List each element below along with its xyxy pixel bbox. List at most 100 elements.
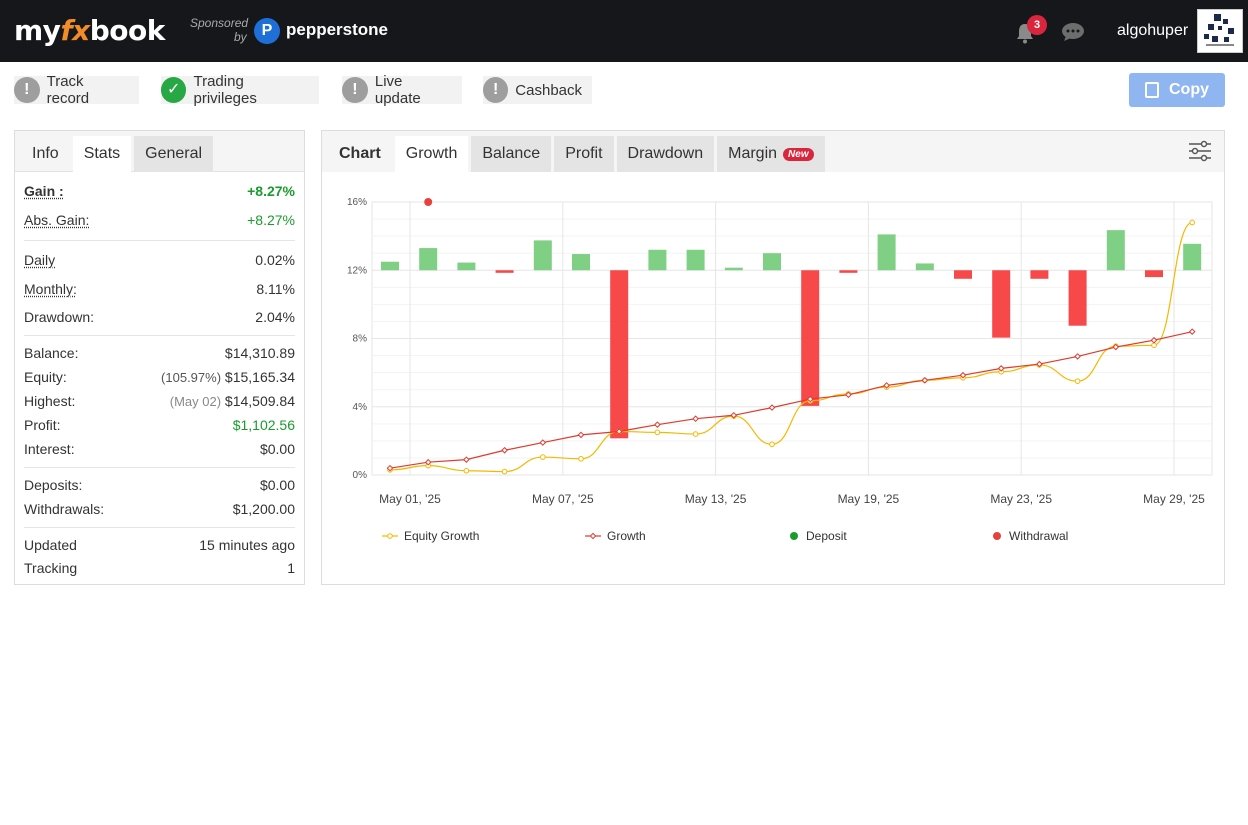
deposits-row: Deposits: $0.00 — [15, 473, 304, 497]
interest-value: $0.00 — [259, 441, 295, 457]
withdrawals-row: Withdrawals: $1,200.00 — [15, 497, 304, 521]
bar — [763, 253, 781, 271]
monthly-row: Monthly: 8.11% — [15, 275, 304, 303]
copy-button[interactable]: Copy — [1129, 73, 1225, 107]
status-track-record[interactable]: ! Track record — [14, 73, 139, 107]
tab-chart[interactable]: Chart — [328, 136, 392, 172]
pepperstone-logo-icon[interactable]: P — [254, 18, 280, 44]
tab-drawdown[interactable]: Drawdown — [616, 136, 715, 172]
equity-growth-point — [654, 429, 661, 436]
highest-label: Highest: — [24, 393, 76, 409]
tab-growth[interactable]: Growth — [394, 136, 469, 172]
equity-growth-point — [578, 455, 584, 462]
balance-label: Balance: — [24, 345, 79, 361]
balance-row: Balance: $14,310.89 — [15, 341, 304, 365]
abs-gain-row: Abs. Gain: +8.27% — [15, 206, 304, 234]
equity-growth-point — [1189, 219, 1196, 226]
equity-growth-point — [540, 454, 546, 460]
x-tick-label: May 01, '25 — [379, 492, 441, 506]
equity-growth-point — [1074, 378, 1081, 384]
legend-equity-marker — [387, 533, 393, 539]
warning-icon: ! — [483, 77, 509, 103]
tab-margin[interactable]: Margin New — [717, 136, 825, 172]
updated-label: Updated — [24, 537, 77, 553]
profit-value: $1,102.56 — [232, 417, 295, 433]
monthly-value: 8.11% — [256, 281, 295, 297]
sponsored-label: Sponsored by — [190, 16, 249, 44]
copy-icon — [1145, 82, 1159, 98]
bar — [1106, 230, 1125, 271]
avatar[interactable] — [1197, 9, 1243, 53]
equity-growth-point — [769, 441, 775, 448]
growth-chart: 0% 4% 8% 12% 16% May 01, '25 May 07, '25 May 13… — [347, 197, 1213, 543]
divider — [24, 335, 295, 336]
bar — [801, 270, 820, 406]
daily-label[interactable]: Daily — [24, 252, 55, 268]
chat-icon[interactable] — [1061, 22, 1085, 42]
profit-label: Profit: — [24, 417, 61, 433]
status-trading-privileges[interactable]: ✓ Trading privileges — [161, 73, 319, 107]
bar — [724, 267, 743, 271]
y-tick-label: 0% — [353, 470, 368, 481]
equity-growth-point — [463, 467, 470, 474]
y-tick-label: 8% — [353, 334, 368, 345]
gain-value: +8.27% — [247, 183, 295, 199]
legend-label: Growth — [607, 529, 646, 543]
tab-balance[interactable]: Balance — [471, 136, 552, 172]
legend-label: Deposit — [806, 529, 847, 543]
x-tick-label: May 13, '25 — [685, 492, 747, 506]
sponsor-name[interactable]: pepperstone — [286, 20, 388, 40]
bar — [1068, 270, 1087, 326]
interest-row: Interest: $0.00 — [15, 437, 304, 461]
notification-count-badge: 3 — [1027, 15, 1047, 35]
bar — [533, 240, 552, 271]
equity-row: Equity: (105.97%) $15,165.34 — [15, 365, 304, 389]
tab-profit[interactable]: Profit — [554, 136, 614, 172]
legend-label: Withdrawal — [1009, 529, 1068, 543]
equity-percent: (105.97%) — [161, 370, 222, 385]
withdrawals-label: Withdrawals: — [24, 501, 105, 517]
bar — [954, 270, 972, 279]
tab-general[interactable]: General — [134, 136, 214, 172]
legend-withdrawal-marker — [993, 532, 1001, 540]
y-tick-label: 4% — [353, 402, 368, 413]
highest-date: (May 02) — [169, 394, 222, 409]
legend-deposit-marker — [790, 532, 798, 540]
status-cashback[interactable]: ! Cashback — [483, 76, 592, 104]
new-badge: New — [783, 147, 814, 161]
username[interactable]: algohuper — [1117, 22, 1188, 40]
tracking-label: Tracking — [24, 560, 78, 576]
myfxbook-logo[interactable]: myfxbook — [14, 14, 165, 48]
warning-icon: ! — [14, 77, 40, 103]
equity-growth-point — [692, 431, 699, 437]
tab-info[interactable]: Info — [21, 136, 70, 172]
status-live-update[interactable]: ! Live update — [342, 73, 462, 107]
stats-tabs: Info Stats General — [15, 131, 304, 172]
bar — [419, 248, 438, 271]
check-icon: ✓ — [161, 77, 187, 103]
updated-value: 15 minutes ago — [199, 537, 295, 553]
bar — [495, 270, 514, 273]
bar — [381, 261, 399, 271]
drawdown-row: Drawdown: 2.04% — [15, 303, 304, 331]
chart-settings-icon[interactable] — [1188, 140, 1212, 162]
legend-growth-marker — [589, 532, 597, 540]
profit-row: Profit: $1,102.56 — [15, 413, 304, 437]
abs-gain-value: +8.27% — [247, 212, 295, 228]
tab-stats[interactable]: Stats — [72, 136, 132, 172]
withdrawals-value: $1,200.00 — [232, 501, 295, 517]
bar — [572, 254, 590, 271]
bar — [457, 262, 476, 271]
bar — [1145, 270, 1163, 278]
gain-label[interactable]: Gain : — [24, 183, 64, 199]
interest-label: Interest: — [24, 441, 75, 457]
x-tick-label: May 29, '25 — [1143, 492, 1205, 506]
abs-gain-label[interactable]: Abs. Gain: — [24, 212, 89, 228]
bar — [610, 270, 629, 439]
deposits-label: Deposits: — [24, 477, 83, 493]
bar — [648, 249, 667, 271]
divider — [24, 527, 295, 528]
divider — [24, 240, 295, 241]
monthly-label[interactable]: Monthly: — [24, 281, 77, 297]
updated-row: Updated 15 minutes ago — [15, 533, 304, 557]
